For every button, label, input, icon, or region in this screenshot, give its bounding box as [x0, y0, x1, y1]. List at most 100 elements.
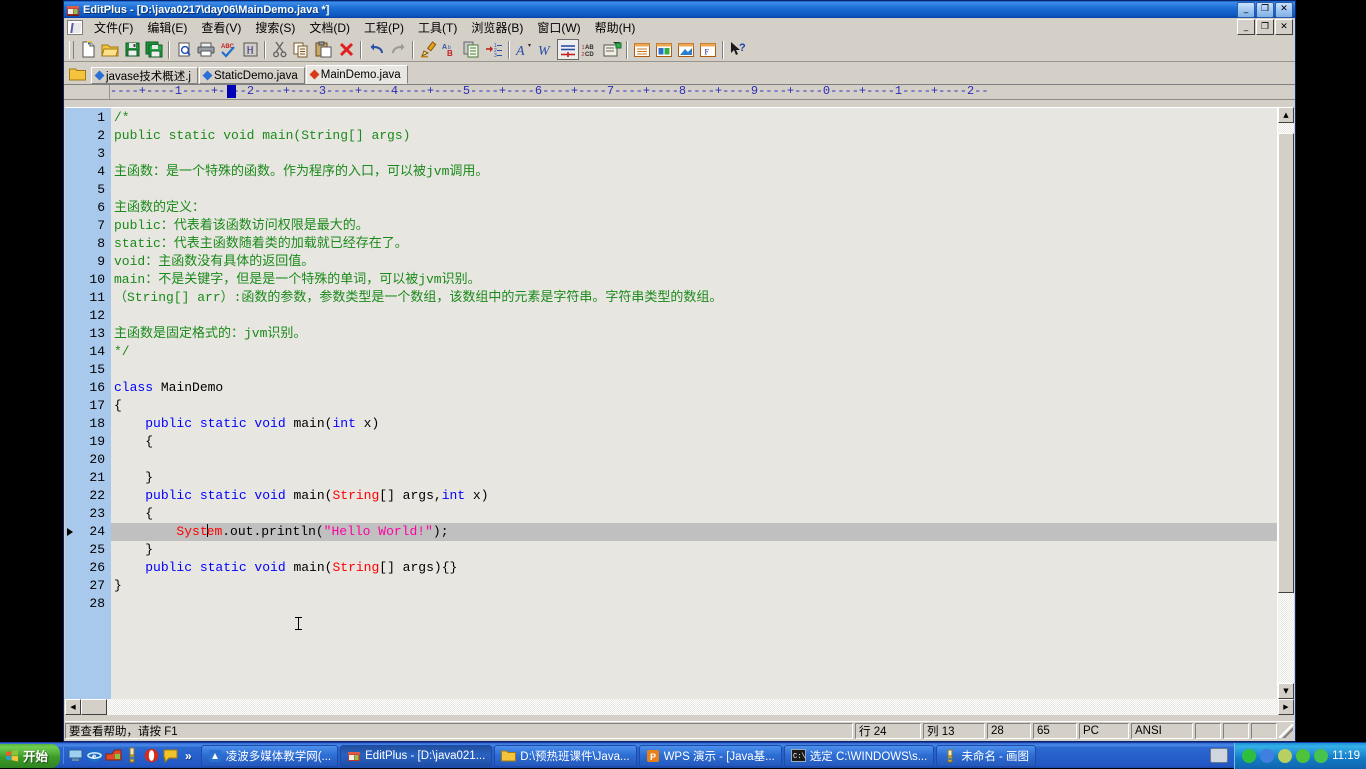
vscroll-track-top[interactable]	[1278, 123, 1294, 133]
function-list-icon[interactable]: F	[697, 39, 719, 60]
menu-document[interactable]: 文档(D)	[302, 17, 357, 38]
code-line[interactable]: {	[111, 505, 1277, 523]
redo-icon[interactable]	[387, 39, 409, 60]
menu-edit[interactable]: 编辑(E)	[140, 17, 194, 38]
code-line[interactable]: }	[111, 469, 1277, 487]
taskbar-task-button[interactable]: D:\预热班课件\Java...	[494, 744, 637, 767]
scroll-right-button[interactable]: ▶	[1278, 699, 1294, 715]
messenger-icon[interactable]	[162, 747, 179, 764]
menu-project[interactable]: 工程(P)	[357, 17, 411, 38]
print-icon[interactable]	[195, 39, 217, 60]
hscroll-thumb[interactable]	[81, 699, 107, 715]
menu-view[interactable]: 查看(V)	[194, 17, 248, 38]
menu-browser[interactable]: 浏览器(B)	[464, 17, 530, 38]
code-line[interactable]: }	[111, 577, 1277, 595]
code-line[interactable]: （String[] arr）:函数的参数，参数类型是一个数组，该数组中的元素是字…	[111, 289, 1277, 307]
vscroll-track-bottom[interactable]	[1278, 593, 1294, 683]
menu-help[interactable]: 帮助(H)	[588, 17, 643, 38]
undo-icon[interactable]	[365, 39, 387, 60]
new-file-icon[interactable]	[77, 39, 99, 60]
save-all-icon[interactable]	[143, 39, 165, 60]
menu-search[interactable]: 搜索(S)	[248, 17, 302, 38]
code-line[interactable]	[111, 307, 1277, 325]
media-player-icon[interactable]	[105, 747, 122, 764]
code-line[interactable]	[111, 451, 1277, 469]
paste-icon[interactable]	[313, 39, 335, 60]
code-line[interactable]: }	[111, 541, 1277, 559]
code-line[interactable]: static：代表主函数随着类的加载就已经存在了。	[111, 235, 1277, 253]
vertical-scrollbar[interactable]: ▲ ▼	[1277, 107, 1294, 699]
code-line[interactable]: 主函数：是一个特殊的函数。作为程序的入口，可以被jvm调用。	[111, 163, 1277, 181]
taskbar-task-button[interactable]: C:\ 选定 C:\WINDOWS\s...	[783, 744, 935, 767]
code-line[interactable]: public：代表着该函数访问权限是最大的。	[111, 217, 1277, 235]
opera-icon[interactable]	[143, 747, 160, 764]
goto-line-icon[interactable]: 1 2 3	[483, 39, 505, 60]
code-line[interactable]: void：主函数没有具体的返回值。	[111, 253, 1277, 271]
ie-browser-icon[interactable]: e	[86, 747, 103, 764]
save-icon[interactable]	[121, 39, 143, 60]
find-icon[interactable]	[417, 39, 439, 60]
tab-maindemo[interactable]: MainDemo.java	[305, 65, 408, 84]
mdi-restore-button[interactable]: ❐	[1256, 19, 1274, 35]
cliptext-icon[interactable]	[653, 39, 675, 60]
tray-clock[interactable]: 11:19	[1332, 750, 1360, 762]
update-icon[interactable]	[1314, 748, 1329, 763]
open-file-icon[interactable]	[99, 39, 121, 60]
shield-icon[interactable]	[1296, 748, 1311, 763]
spell-check-icon[interactable]: ABC	[217, 39, 239, 60]
code-line[interactable]	[111, 361, 1277, 379]
html-toolbar-icon[interactable]: H	[239, 39, 261, 60]
close-button[interactable]: ✕	[1275, 1, 1293, 18]
vscroll-thumb[interactable]	[1278, 133, 1294, 593]
minimize-button[interactable]: _	[1237, 1, 1255, 18]
antivirus-icon[interactable]	[1278, 748, 1293, 763]
mdi-minimize-button[interactable]: _	[1237, 19, 1255, 35]
start-button[interactable]: 开始	[0, 743, 61, 768]
tab-javase-overview[interactable]: javase技术概述.j	[91, 67, 198, 84]
user-tools-icon[interactable]	[601, 39, 623, 60]
paint-icon[interactable]	[124, 747, 141, 764]
code-line[interactable]: main：不是关键字，但是是一个特殊的单词，可以被jvm识别。	[111, 271, 1277, 289]
replace-icon[interactable]: A b B	[439, 39, 461, 60]
toolbar-grip[interactable]	[69, 40, 74, 59]
code-line[interactable]: {	[111, 433, 1277, 451]
qq-icon[interactable]	[1260, 748, 1275, 763]
code-line[interactable]	[111, 595, 1277, 613]
scroll-left-button[interactable]: ◀	[65, 699, 81, 715]
horizontal-scrollbar[interactable]: ◀ ▶	[65, 699, 1294, 715]
quick-launch-overflow-chevron-icon[interactable]: »	[181, 749, 196, 763]
delete-icon[interactable]	[335, 39, 357, 60]
code-line[interactable]: public static void main(String[] args)	[111, 127, 1277, 145]
font-icon[interactable]: A	[513, 39, 535, 60]
scroll-down-button[interactable]: ▼	[1278, 683, 1294, 699]
print-preview-icon[interactable]	[173, 39, 195, 60]
scroll-up-button[interactable]: ▲	[1278, 107, 1294, 123]
resize-grip[interactable]	[1279, 724, 1293, 738]
word-wrap-icon[interactable]: W	[535, 39, 557, 60]
code-line[interactable]: public static void main(String[] args,in…	[111, 487, 1277, 505]
taskbar-task-button[interactable]: 未命名 - 画图	[936, 744, 1037, 767]
find-in-files-icon[interactable]	[461, 39, 483, 60]
keyboard-icon[interactable]	[1210, 748, 1229, 763]
show-desktop-icon[interactable]	[67, 747, 84, 764]
tab-staticdemo[interactable]: StaticDemo.java	[199, 67, 305, 84]
hscroll-track[interactable]	[107, 699, 1278, 715]
taskbar-task-button[interactable]: EditPlus - [D:\java021...	[340, 744, 493, 767]
cut-icon[interactable]	[269, 39, 291, 60]
code-line[interactable]: /*	[111, 109, 1277, 127]
code-line[interactable]: */	[111, 343, 1277, 361]
taskbar-task-button[interactable]: P WPS 演示 - [Java基...	[638, 744, 782, 767]
text-editor[interactable]: 1 2 3 4 5 6 7 8 9 10 11 12 13 14 15 16 17 18 19 20 21 22 23 24 2…	[65, 107, 1277, 699]
folder-icon[interactable]	[67, 65, 87, 83]
code-line[interactable]: public static void main(String[] args){}	[111, 559, 1277, 577]
menu-window[interactable]: 窗口(W)	[530, 17, 587, 38]
code-line[interactable]: 主函数是固定格式的：jvm识别。	[111, 325, 1277, 343]
code-line[interactable]: public static void main(int x)	[111, 415, 1277, 433]
code-line[interactable]: System.out.println("Hello World!");	[111, 523, 1277, 541]
code-line[interactable]: {	[111, 397, 1277, 415]
mdi-close-button[interactable]: ✕	[1275, 19, 1293, 35]
align-icon[interactable]	[557, 39, 579, 60]
document-selector-icon[interactable]	[631, 39, 653, 60]
code-text-area[interactable]: /* public static void main(String[] args)…	[111, 108, 1277, 699]
help-pointer-icon[interactable]: ?	[727, 39, 749, 60]
